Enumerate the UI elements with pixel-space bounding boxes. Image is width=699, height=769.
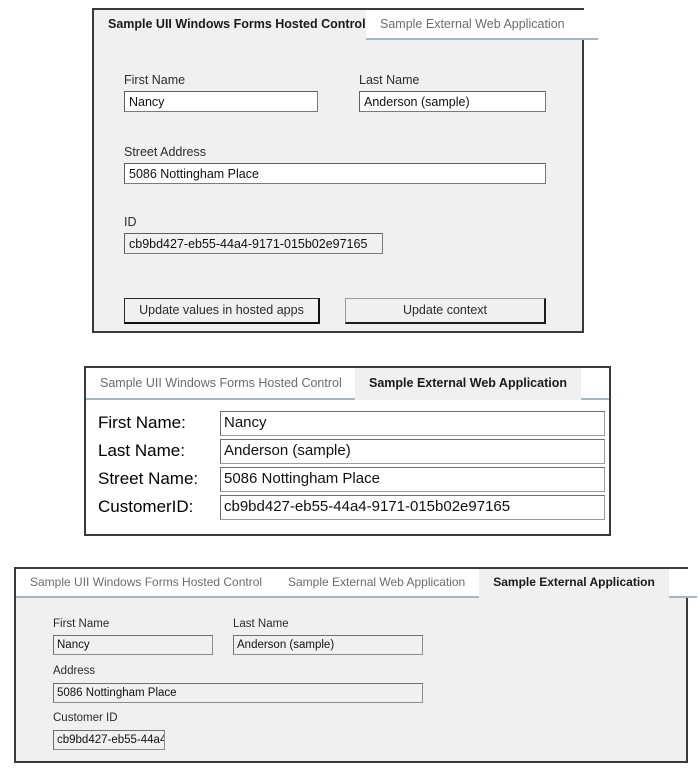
tab-sample-external-application[interactable]: Sample External Application	[479, 569, 669, 598]
table-row: CustomerID: cb9bd427-eb55-44a4-9171-015b…	[86, 494, 609, 520]
id-input[interactable]: cb9bd427-eb55-44a4-9171-015b02e97165	[124, 233, 383, 254]
external-application-panel: Sample UII Windows Forms Hosted Control …	[14, 567, 697, 763]
first-name-label: First Name	[124, 73, 186, 87]
first-name-input[interactable]: Nancy	[53, 635, 213, 655]
tab-sample-uii-windows-forms-hosted-control[interactable]: Sample UII Windows Forms Hosted Control	[86, 368, 355, 400]
address-input[interactable]: 5086 Nottingham Place	[53, 683, 423, 703]
street-name-field[interactable]: 5086 Nottingham Place	[220, 466, 605, 492]
table-row: Last Name: Anderson (sample)	[86, 438, 609, 464]
customer-id-field[interactable]: cb9bd427-eb55-44a4-9171-015b02e97165	[220, 494, 605, 520]
street-address-label: Street Address	[124, 145, 206, 159]
panel3-tabstrip-filler	[668, 569, 697, 598]
table-row: Street Name: 5086 Nottingham Place	[86, 466, 609, 492]
panel2-body: First Name: Nancy Last Name: Anderson (s…	[86, 400, 609, 534]
tab-sample-uii-windows-forms-hosted-control[interactable]: Sample UII Windows Forms Hosted Control	[16, 569, 274, 598]
tab-sample-external-web-application[interactable]: Sample External Web Application	[366, 10, 570, 40]
last-name-field[interactable]: Anderson (sample)	[220, 438, 605, 464]
last-name-input[interactable]: Anderson (sample)	[233, 635, 423, 655]
first-name-label: First Name:	[98, 413, 186, 432]
tab-sample-external-web-application[interactable]: Sample External Web Application	[355, 368, 581, 400]
last-name-label: Last Name	[359, 73, 420, 87]
street-name-label: Street Name:	[98, 469, 199, 488]
street-address-input[interactable]: 5086 Nottingham Place	[124, 163, 546, 184]
panel2-tabstrip-filler	[581, 368, 609, 400]
panel3-tabstrip: Sample UII Windows Forms Hosted Control …	[16, 569, 697, 598]
first-name-input[interactable]: Nancy	[124, 91, 318, 112]
last-name-input[interactable]: Anderson (sample)	[359, 91, 546, 112]
last-name-label: Last Name	[233, 618, 289, 630]
update-values-in-hosted-apps-button[interactable]: Update values in hosted apps	[124, 298, 320, 324]
customer-id-label: CustomerID:	[98, 497, 194, 516]
panel1-tabstrip-filler	[570, 10, 598, 40]
external-web-application-panel: Sample UII Windows Forms Hosted Control …	[84, 366, 611, 536]
address-label: Address	[53, 665, 96, 677]
panel2-tabstrip: Sample UII Windows Forms Hosted Control …	[86, 368, 609, 400]
table-row: First Name: Nancy	[86, 410, 609, 436]
first-name-field[interactable]: Nancy	[220, 410, 605, 436]
tab-sample-uii-windows-forms-hosted-control[interactable]: Sample UII Windows Forms Hosted Control	[94, 10, 366, 40]
panel3-body: First Name Nancy Last Name Anderson (sam…	[16, 598, 686, 761]
first-name-label: First Name	[53, 618, 110, 630]
update-context-button[interactable]: Update context	[345, 298, 546, 324]
hosted-control-panel: Sample UII Windows Forms Hosted Control …	[92, 8, 598, 333]
customer-id-label: Customer ID	[53, 712, 118, 724]
panel1-body: First Name Nancy Last Name Anderson (sam…	[94, 40, 582, 331]
last-name-label: Last Name:	[98, 441, 185, 460]
panel1-tabstrip: Sample UII Windows Forms Hosted Control …	[94, 10, 598, 40]
tab-sample-external-web-application[interactable]: Sample External Web Application	[274, 569, 480, 598]
id-label: ID	[124, 215, 137, 229]
customer-id-input[interactable]: cb9bd427-eb55-44a4-9171-015b02e97165	[53, 730, 165, 750]
